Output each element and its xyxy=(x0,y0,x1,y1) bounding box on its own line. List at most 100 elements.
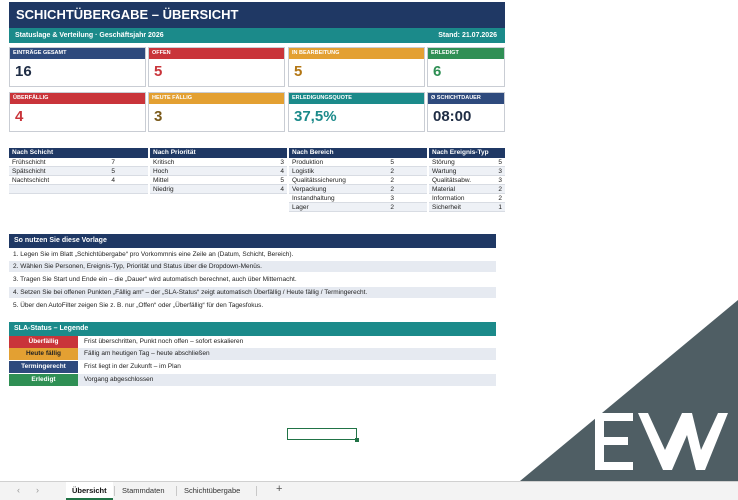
row-label: Nachtschicht xyxy=(12,177,50,184)
tab-uebersicht[interactable]: Übersicht xyxy=(66,482,113,500)
table-nach-ereignis-typ: Nach Ereignis-Typ Störung 5 Wartung 3 Qual… xyxy=(429,148,505,212)
table-row[interactable]: Hoch 4 xyxy=(150,167,287,176)
kpi-schichtdauer[interactable]: Ø SCHICHTDAUER 08:00 xyxy=(427,92,505,132)
table-row[interactable]: Verpackung 2 xyxy=(289,185,427,194)
row-count: 3 xyxy=(390,195,394,202)
row-label: Kritisch xyxy=(153,159,175,166)
legend-desc: Frist liegt in der Zukunft – im Plan xyxy=(84,363,181,370)
tab-scroll-left-icon[interactable]: ‹ xyxy=(17,485,20,495)
table-header: Nach Schicht xyxy=(9,148,148,158)
row-count: 5 xyxy=(111,168,115,175)
row-count: 2 xyxy=(390,177,394,184)
row-count: 3 xyxy=(498,168,502,175)
table-row[interactable]: Frühschicht 7 xyxy=(9,158,148,167)
row-label: Frühschicht xyxy=(12,159,46,166)
row-label: Wartung xyxy=(432,168,457,175)
kpi-eintraege-gesamt[interactable]: EINTRÄGE GESAMT 16 xyxy=(9,47,146,87)
kpi-value: 08:00 xyxy=(433,108,472,125)
row-label: Produktion xyxy=(292,159,324,166)
kpi-value: 37,5% xyxy=(294,108,337,125)
kpi-in-bearbeitung[interactable]: IN BEARBEITUNG 5 xyxy=(288,47,425,87)
table-row[interactable]: Niedrig 4 xyxy=(150,185,287,194)
table-row[interactable]: Störung 5 xyxy=(429,158,505,167)
howto-step[interactable]: 1. Legen Sie im Blatt „Schichtübergabe“ … xyxy=(9,249,496,260)
tab-divider xyxy=(176,486,177,496)
row-label: Störung xyxy=(432,159,455,166)
kpi-label: ERLEDIGT xyxy=(428,48,504,59)
row-label: Spätschicht xyxy=(12,168,46,175)
row-count: 2 xyxy=(498,186,502,193)
table-row[interactable]: Instandhaltung 3 xyxy=(289,194,427,203)
table-row[interactable]: Qualitätssicherung 2 xyxy=(289,176,427,185)
kpi-erledigungsquote[interactable]: ERLEDIGUNGSQUOTE 37,5% xyxy=(288,92,425,132)
row-count: 2 xyxy=(390,168,394,175)
kpi-value: 4 xyxy=(15,108,24,125)
legend-row-erledigt[interactable]: Erledigt Vorgang abgeschlossen xyxy=(9,374,496,386)
legend-row-heute-faellig[interactable]: Heute fällig Fällig am heutigen Tag – he… xyxy=(9,348,496,360)
table-row[interactable]: Lager 2 xyxy=(289,203,427,212)
selected-cell[interactable] xyxy=(287,428,359,442)
row-label: Verpackung xyxy=(292,186,327,193)
kpi-label: OFFEN xyxy=(149,48,284,59)
table-row[interactable]: Wartung 3 xyxy=(429,167,505,176)
table-header: Nach Bereich xyxy=(289,148,427,158)
legend-row-termingerecht[interactable]: Termingerecht Frist liegt in der Zukunft… xyxy=(9,361,496,373)
row-label: Information xyxy=(432,195,465,202)
table-header: Nach Ereignis-Typ xyxy=(429,148,505,158)
row-count: 5 xyxy=(280,177,284,184)
table-row[interactable]: Information 2 xyxy=(429,194,505,203)
row-count: 7 xyxy=(111,159,115,166)
row-count: 4 xyxy=(280,168,284,175)
kpi-offen[interactable]: OFFEN 5 xyxy=(148,47,285,87)
table-nach-prioritaet: Nach Priorität Kritisch 3 Hoch 4 Mittel 5 N… xyxy=(150,148,287,194)
fill-handle[interactable] xyxy=(355,438,359,442)
kpi-value: 3 xyxy=(154,108,163,125)
kpi-ueberfaellig[interactable]: ÜBERFÄLLIG 4 xyxy=(9,92,146,132)
tab-schichtuebergabe[interactable]: Schichtübergabe xyxy=(178,482,246,500)
row-label: Qualitätssicherung xyxy=(292,177,346,184)
row-label: Niedrig xyxy=(153,186,174,193)
table-row[interactable]: Nachtschicht 4 xyxy=(9,176,148,185)
legend-row-ueberfaellig[interactable]: Überfällig Frist überschritten, Punkt no… xyxy=(9,336,496,348)
row-count: 2 xyxy=(498,195,502,202)
howto-step[interactable]: 3. Tragen Sie Start und Ende ein – die „… xyxy=(9,274,496,285)
tab-scroll-right-icon[interactable]: › xyxy=(36,485,39,495)
table-row[interactable]: Spätschicht 5 xyxy=(9,167,148,176)
howto-step[interactable]: 2. Wählen Sie Personen, Ereignis-Typ, Pr… xyxy=(9,261,496,272)
kpi-label: ERLEDIGUNGSQUOTE xyxy=(289,93,424,104)
table-row[interactable]: Material 2 xyxy=(429,185,505,194)
kpi-label: EINTRÄGE GESAMT xyxy=(10,48,145,59)
table-row[interactable]: Logistik 2 xyxy=(289,167,427,176)
table-row[interactable]: Qualitätsabw. 3 xyxy=(429,176,505,185)
kpi-label: ÜBERFÄLLIG xyxy=(10,93,145,104)
row-label: Hoch xyxy=(153,168,169,175)
tab-stammdaten[interactable]: Stammdaten xyxy=(116,482,171,500)
tab-divider xyxy=(256,486,257,496)
table-row-empty[interactable] xyxy=(9,185,148,194)
watermark-logo-icon xyxy=(520,300,738,481)
worksheet[interactable]: SCHICHTÜBERGABE – ÜBERSICHT Statuslage &… xyxy=(0,0,738,481)
row-label: Instandhaltung xyxy=(292,195,335,202)
table-row[interactable]: Produktion 5 xyxy=(289,158,427,167)
legend-header: SLA-Status – Legende xyxy=(9,322,496,336)
add-sheet-button[interactable]: + xyxy=(276,483,282,495)
row-count: 4 xyxy=(280,186,284,193)
kpi-label: IN BEARBEITUNG xyxy=(289,48,424,59)
kpi-heute-faellig[interactable]: HEUTE FÄLLIG 3 xyxy=(148,92,285,132)
howto-step[interactable]: 5. Über den AutoFilter zeigen Sie z. B. … xyxy=(9,300,496,311)
row-count: 1 xyxy=(498,204,502,211)
table-header: Nach Priorität xyxy=(150,148,287,158)
kpi-erledigt[interactable]: ERLEDIGT 6 xyxy=(427,47,505,87)
row-count: 5 xyxy=(498,159,502,166)
table-row[interactable]: Mittel 5 xyxy=(150,176,287,185)
subtitle-bar: Statuslage & Verteilung · Geschäftsjahr … xyxy=(9,28,505,43)
howto-step[interactable]: 4. Setzen Sie bei offenen Punkten „Fälli… xyxy=(9,287,496,298)
kpi-value: 16 xyxy=(15,63,32,80)
sheet-tab-bar: ‹ › Übersicht Stammdaten Schichtübergabe… xyxy=(0,481,738,500)
table-nach-schicht: Nach Schicht Frühschicht 7 Spätschicht 5 N… xyxy=(9,148,148,194)
legend-desc: Fällig am heutigen Tag – heute abschließ… xyxy=(84,350,210,357)
row-label: Mittel xyxy=(153,177,169,184)
table-row[interactable]: Sicherheit 1 xyxy=(429,203,505,212)
howto-header: So nutzen Sie diese Vorlage xyxy=(9,234,496,248)
table-row[interactable]: Kritisch 3 xyxy=(150,158,287,167)
